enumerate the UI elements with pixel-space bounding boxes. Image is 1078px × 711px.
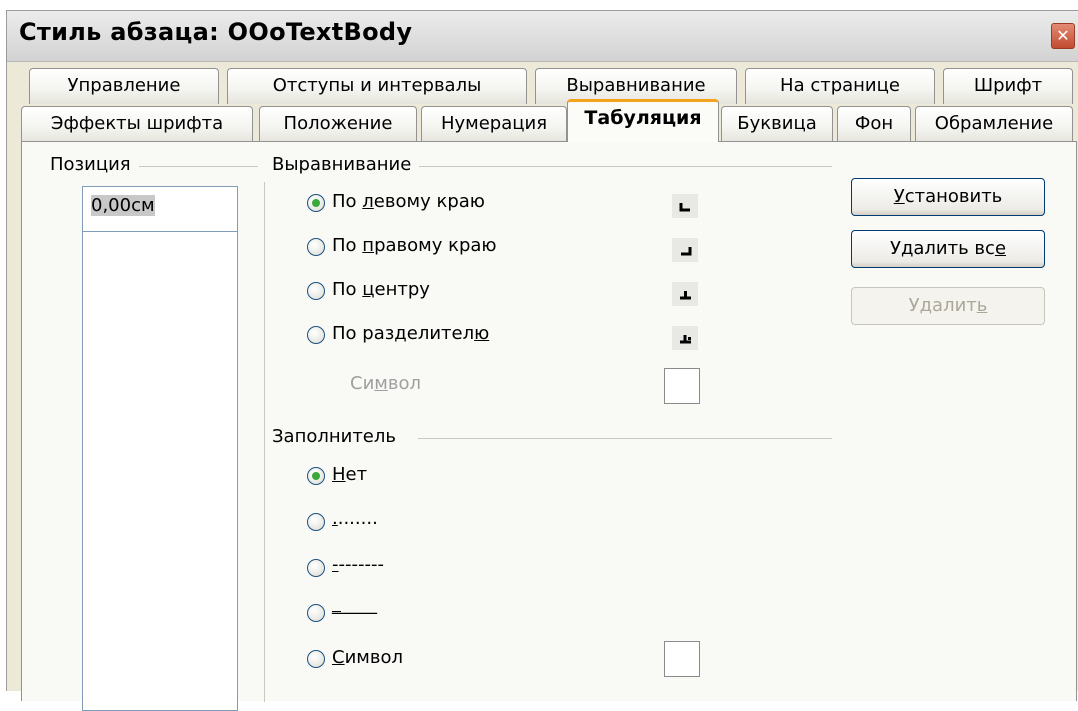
radio-fill-dots[interactable] [307,513,325,531]
tabs-panel: Позиция 0,00см Выравнивание По левому кр… [21,141,1077,711]
position-list[interactable] [82,231,238,711]
radio-align-right[interactable] [307,238,325,256]
decimal-symbol-input[interactable] [664,368,700,404]
label-fill-none[interactable]: Нет [332,464,367,485]
label-fill-underline[interactable]: _____ [332,594,377,615]
label-fill-symbol[interactable]: Символ [332,647,403,668]
label-align-center[interactable]: По центру [332,279,430,300]
position-value: 0,00см [91,195,155,216]
label-align-left[interactable]: По левому краю [332,191,485,212]
tab-tabs[interactable]: Табуляция [567,99,719,142]
title-bar: Стиль абзаца: OOoTextBody ✕ [7,11,1078,62]
tab-numbering[interactable]: Нумерация [421,106,567,142]
tab-indents-spacing[interactable]: Отступы и интервалы [227,68,527,104]
delete-button[interactable]: Удалить [851,287,1045,325]
radio-fill-symbol[interactable] [307,650,325,668]
tab-borders[interactable]: Обрамление [915,106,1073,142]
tab-center-icon [672,282,698,306]
label-align-decimal[interactable]: По разделителю [332,323,489,344]
label-fill-dashes[interactable]: -------- [332,554,384,575]
tab-left-icon [672,194,698,218]
set-button[interactable]: Установить [851,178,1045,216]
tab-drop-caps[interactable]: Буквица [721,106,833,142]
position-heading: Позиция [50,154,139,175]
radio-fill-dashes[interactable] [307,559,325,577]
paragraph-style-dialog: Стиль абзаца: OOoTextBody ✕ Управление О… [6,10,1078,711]
delete-all-button[interactable]: Удалить все [851,230,1045,268]
tab-management[interactable]: Управление [29,68,219,104]
tab-decimal-icon [672,326,698,350]
close-button[interactable]: ✕ [1051,23,1075,49]
tab-text-flow[interactable]: На странице [745,68,935,104]
label-align-right[interactable]: По правому краю [332,235,497,256]
alignment-left-rule [264,182,265,702]
label-decimal-symbol: Символ [350,373,422,394]
tab-font[interactable]: Шрифт [943,68,1073,104]
fill-symbol-input[interactable] [664,641,700,677]
tab-background[interactable]: Фон [837,106,911,142]
tab-font-effects[interactable]: Эффекты шрифта [21,106,253,142]
radio-align-decimal[interactable] [307,326,325,344]
fill-heading: Заполнитель [272,426,404,447]
position-separator [122,166,258,167]
radio-fill-underline[interactable] [307,604,325,622]
dialog-title: Стиль абзаца: OOoTextBody [19,18,413,46]
radio-align-left[interactable] [307,194,325,212]
tab-position[interactable]: Положение [259,106,417,142]
radio-fill-none[interactable] [307,467,325,485]
tab-right-icon [672,238,698,262]
alignment-heading: Выравнивание [272,154,420,175]
radio-align-center[interactable] [307,282,325,300]
close-icon: ✕ [1056,26,1070,45]
fill-separator [418,438,832,439]
position-input[interactable]: 0,00см [82,186,238,232]
label-fill-dots[interactable]: ........ [332,508,378,529]
